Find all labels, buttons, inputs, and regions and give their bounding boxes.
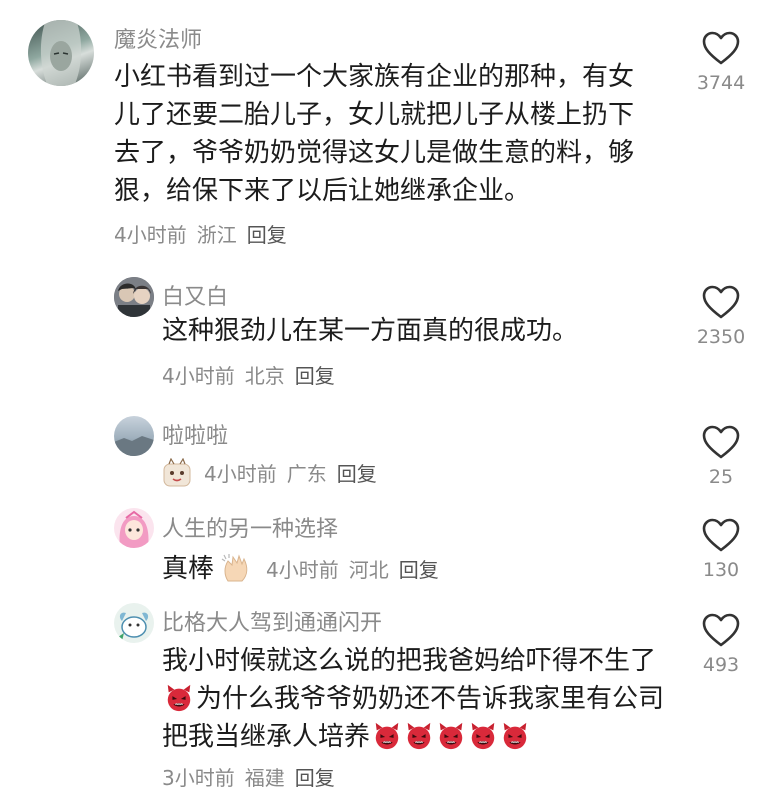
- location: 北京: [244, 364, 285, 388]
- heart-icon: [701, 612, 741, 648]
- comment-meta: 4小时前 北京 回复: [162, 360, 345, 389]
- comment-text: 真棒: [162, 554, 215, 584]
- comment-text: 小红书看到过一个大家族有企业的那种，有女儿了还要二胎儿子，女儿就把儿子从楼上扔下…: [114, 62, 635, 206]
- avatar[interactable]: [28, 20, 94, 86]
- location: 福建: [244, 766, 285, 790]
- location: 浙江: [196, 223, 237, 247]
- heart-icon: [701, 424, 741, 460]
- like-button[interactable]: 2350: [691, 284, 751, 348]
- comment-1: 魔炎法师 小红书看到过一个大家族有企业的那种，有女儿了还要二胎儿子，女儿就把儿子…: [0, 0, 769, 250]
- avatar-image: [114, 436, 154, 456]
- reply-button[interactable]: 回复: [247, 223, 287, 247]
- reply-button[interactable]: 回复: [399, 558, 439, 582]
- avatar[interactable]: [114, 416, 154, 456]
- heart-icon: [701, 517, 741, 553]
- comment-text: 这种狠劲儿在某一方面真的很成功。: [162, 316, 579, 346]
- like-count: 3744: [696, 72, 746, 94]
- sticker-icon: [163, 458, 191, 487]
- devil-icon: [500, 721, 530, 751]
- avatar-image: [40, 20, 82, 86]
- comment-meta: 3小时前 福建 回复: [162, 762, 345, 791]
- username[interactable]: 魔炎法师: [114, 22, 202, 54]
- reply-comment-3: 人生的另一种选择 真棒 4小时前 河北 回复 130: [0, 495, 769, 595]
- reply-comment-1: 白又白 这种狠劲儿在某一方面真的很成功。 4小时前 北京 回复 2350: [0, 260, 769, 390]
- username[interactable]: 比格大人驾到通通闪开: [162, 605, 382, 637]
- like-button[interactable]: 25: [691, 424, 751, 488]
- avatar[interactable]: [114, 508, 154, 548]
- like-count: 2350: [696, 326, 746, 348]
- reply-button[interactable]: 回复: [295, 766, 335, 790]
- comment-text-part1: 我小时候就这么说的把我爸妈给吓得不生了: [162, 646, 657, 676]
- devil-icon: [404, 721, 434, 751]
- avatar-image: [118, 612, 149, 641]
- avatar[interactable]: [114, 277, 154, 317]
- comment-text: 我小时候就这么说的把我爸妈给吓得不生了为什么我爷爷奶奶还不告诉我家里有公司把我当…: [162, 642, 672, 756]
- heart-icon: [701, 30, 741, 66]
- reply-button[interactable]: 回复: [295, 364, 335, 388]
- reply-comment-2: 啦啦啦 4小时前 广东 回复 25: [0, 400, 769, 500]
- avatar-image: [114, 277, 154, 317]
- heart-icon: [701, 284, 741, 320]
- like-count: 493: [702, 654, 740, 676]
- like-button[interactable]: 493: [691, 612, 751, 676]
- username[interactable]: 人生的另一种选择: [162, 511, 338, 543]
- avatar[interactable]: [114, 603, 154, 643]
- comment-meta: 4小时前 广东 回复: [162, 458, 387, 488]
- like-button[interactable]: 130: [691, 517, 751, 581]
- username[interactable]: 啦啦啦: [162, 418, 228, 450]
- timestamp: 3小时前: [162, 766, 235, 790]
- reply-comment-4: 比格大人驾到通通闪开 我小时候就这么说的把我爸妈给吓得不生了为什么我爷爷奶奶还不…: [0, 590, 769, 800]
- like-count: 25: [708, 466, 734, 488]
- devil-icon: [164, 683, 194, 713]
- reply-button[interactable]: 回复: [337, 462, 377, 486]
- comment-meta: 真棒 4小时前 河北 回复: [162, 550, 449, 588]
- avatar-image: [119, 510, 149, 548]
- comment-meta: 4小时前 浙江 回复: [114, 219, 297, 248]
- devil-icon: [372, 721, 402, 751]
- devil-icon: [436, 721, 466, 751]
- location: 河北: [348, 558, 389, 582]
- timestamp: 4小时前: [162, 364, 235, 388]
- timestamp: 4小时前: [114, 223, 187, 247]
- devil-icon: [468, 721, 498, 751]
- like-button[interactable]: 3744: [691, 30, 751, 94]
- location: 广东: [286, 462, 327, 486]
- timestamp: 4小时前: [204, 462, 277, 486]
- clapping-hands-icon: [221, 554, 248, 582]
- username[interactable]: 白又白: [162, 279, 228, 311]
- like-count: 130: [702, 559, 740, 581]
- timestamp: 4小时前: [266, 558, 339, 582]
